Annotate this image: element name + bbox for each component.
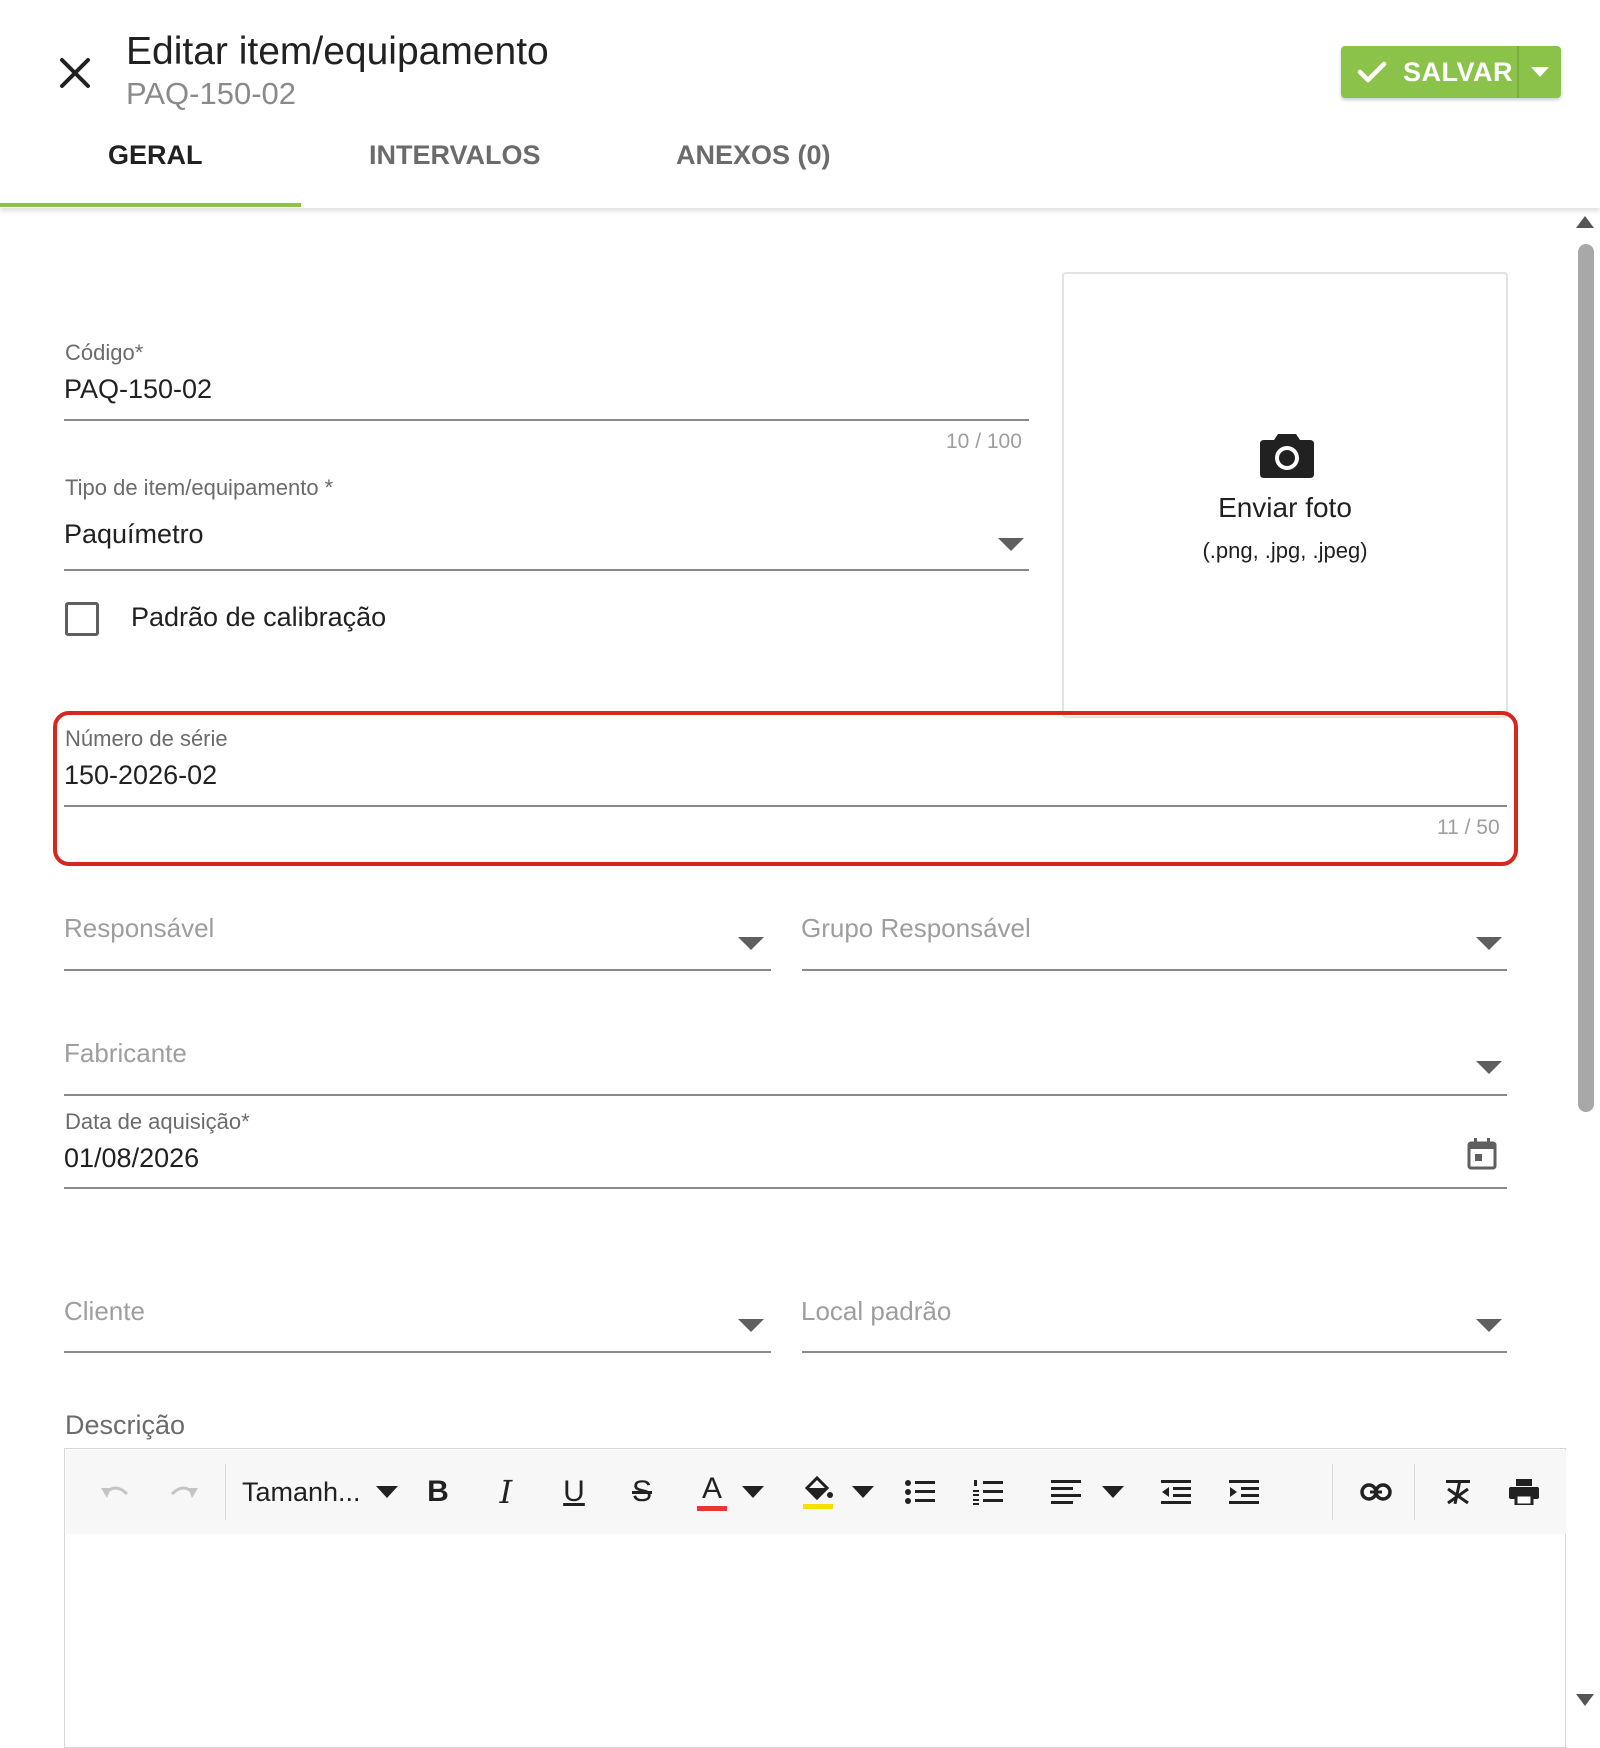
photo-upload-formats: (.png, .jpg, .jpeg) (1202, 538, 1368, 563)
redo-icon[interactable] (159, 1468, 207, 1516)
bold-button[interactable]: B (414, 1468, 462, 1516)
chevron-down-icon[interactable] (1098, 1468, 1128, 1516)
codigo-counter: 10 / 100 (946, 430, 1022, 453)
check-icon (1357, 61, 1387, 83)
tab-geral[interactable]: GERAL (108, 140, 203, 171)
serie-input[interactable]: 150-2026-02 (64, 760, 217, 791)
toolbar-divider (1414, 1464, 1415, 1520)
outdent-icon[interactable] (1152, 1468, 1200, 1516)
chevron-down-icon[interactable] (848, 1468, 878, 1516)
font-color-button[interactable]: A (688, 1468, 736, 1516)
camera-icon (1260, 434, 1314, 478)
chevron-down-icon[interactable] (1476, 937, 1502, 950)
photo-upload[interactable]: Enviar foto (.png, .jpg, .jpeg) (1062, 272, 1508, 718)
indent-icon[interactable] (1220, 1468, 1268, 1516)
font-color-swatch (697, 1505, 727, 1511)
fabricante-select[interactable]: Fabricante (64, 1038, 187, 1069)
highlight-color-button[interactable] (794, 1468, 842, 1516)
data-aquisicao-input[interactable]: 01/08/2026 (64, 1143, 199, 1174)
font-size-select[interactable]: Tamanh... (242, 1468, 372, 1516)
fabricante-underline (64, 1094, 1507, 1096)
close-icon[interactable] (52, 50, 98, 96)
tab-anexos[interactable]: ANEXOS (0) (676, 140, 831, 171)
data-aquisicao-underline (64, 1187, 1507, 1189)
highlight-box (53, 711, 1518, 866)
dialog-header: Editar item/equipamento PAQ-150-02 SALVA… (0, 0, 1600, 208)
chevron-down-icon[interactable] (1476, 1319, 1502, 1332)
save-button-group: SALVAR (1341, 46, 1561, 98)
font-color-glyph: A (701, 1471, 722, 1505)
tab-intervalos[interactable]: INTERVALOS (369, 140, 541, 171)
serie-counter: 11 / 50 (1437, 816, 1500, 839)
paint-bucket-icon (804, 1475, 833, 1500)
save-button[interactable]: SALVAR (1341, 46, 1517, 98)
local-padrao-select[interactable]: Local padrão (801, 1296, 951, 1327)
link-icon[interactable] (1352, 1468, 1400, 1516)
save-options-button[interactable] (1519, 46, 1561, 98)
strikethrough-button[interactable]: S (618, 1468, 666, 1516)
scroll-up-arrow[interactable] (1576, 216, 1594, 228)
scrollbar-thumb[interactable] (1578, 244, 1594, 1112)
calendar-icon[interactable] (1467, 1138, 1497, 1170)
photo-upload-label: Enviar foto (1218, 492, 1352, 523)
chevron-down-icon[interactable] (1476, 1061, 1502, 1074)
grupo-underline (802, 969, 1507, 971)
serie-label: Número de série (65, 726, 228, 751)
bullet-list-icon[interactable] (896, 1468, 944, 1516)
chevron-down-icon[interactable] (738, 1468, 768, 1516)
numbered-list-icon[interactable] (964, 1468, 1012, 1516)
chevron-down-icon[interactable] (738, 937, 764, 950)
highlight-color-swatch (803, 1503, 833, 1509)
italic-button[interactable]: I (482, 1468, 530, 1516)
codigo-input[interactable]: PAQ-150-02 (64, 374, 212, 405)
descricao-editor[interactable]: Tamanh... B I U S A (64, 1448, 1566, 1748)
descricao-label: Descrição (65, 1410, 186, 1440)
cliente-underline (64, 1351, 771, 1353)
align-left-icon[interactable] (1042, 1468, 1090, 1516)
serie-underline (64, 805, 1507, 807)
responsavel-underline (64, 969, 771, 971)
tipo-underline (64, 569, 1029, 571)
chevron-down-icon (1531, 67, 1549, 77)
padrao-calibracao-label: Padrão de calibração (131, 602, 387, 632)
save-button-label: SALVAR (1403, 56, 1513, 87)
toolbar-divider (225, 1464, 226, 1520)
grupo-responsavel-select[interactable]: Grupo Responsável (801, 913, 1031, 944)
cliente-select[interactable]: Cliente (64, 1296, 145, 1327)
chevron-down-icon[interactable] (372, 1468, 402, 1516)
codigo-underline (64, 419, 1029, 421)
print-icon[interactable] (1500, 1468, 1548, 1516)
underline-button[interactable]: U (550, 1468, 598, 1516)
chevron-down-icon[interactable] (738, 1319, 764, 1332)
editor-toolbar: Tamanh... B I U S A (66, 1450, 1566, 1534)
data-aquisicao-label: Data de aquisição* (65, 1109, 250, 1134)
local-underline (802, 1351, 1507, 1353)
codigo-label: Código* (65, 340, 144, 365)
clear-formatting-icon[interactable] (1434, 1468, 1482, 1516)
active-tab-indicator (0, 203, 301, 207)
undo-icon[interactable] (92, 1468, 140, 1516)
toolbar-divider (1332, 1464, 1333, 1520)
dialog-title: Editar item/equipamento (126, 30, 549, 73)
dialog-subtitle: PAQ-150-02 (126, 76, 297, 111)
chevron-down-icon[interactable] (998, 538, 1024, 551)
tipo-label: Tipo de item/equipamento * (65, 475, 334, 500)
padrao-calibracao-checkbox[interactable] (65, 602, 99, 636)
responsavel-select[interactable]: Responsável (64, 913, 214, 944)
scroll-down-arrow[interactable] (1576, 1694, 1594, 1706)
tipo-select[interactable]: Paquímetro (64, 519, 204, 550)
